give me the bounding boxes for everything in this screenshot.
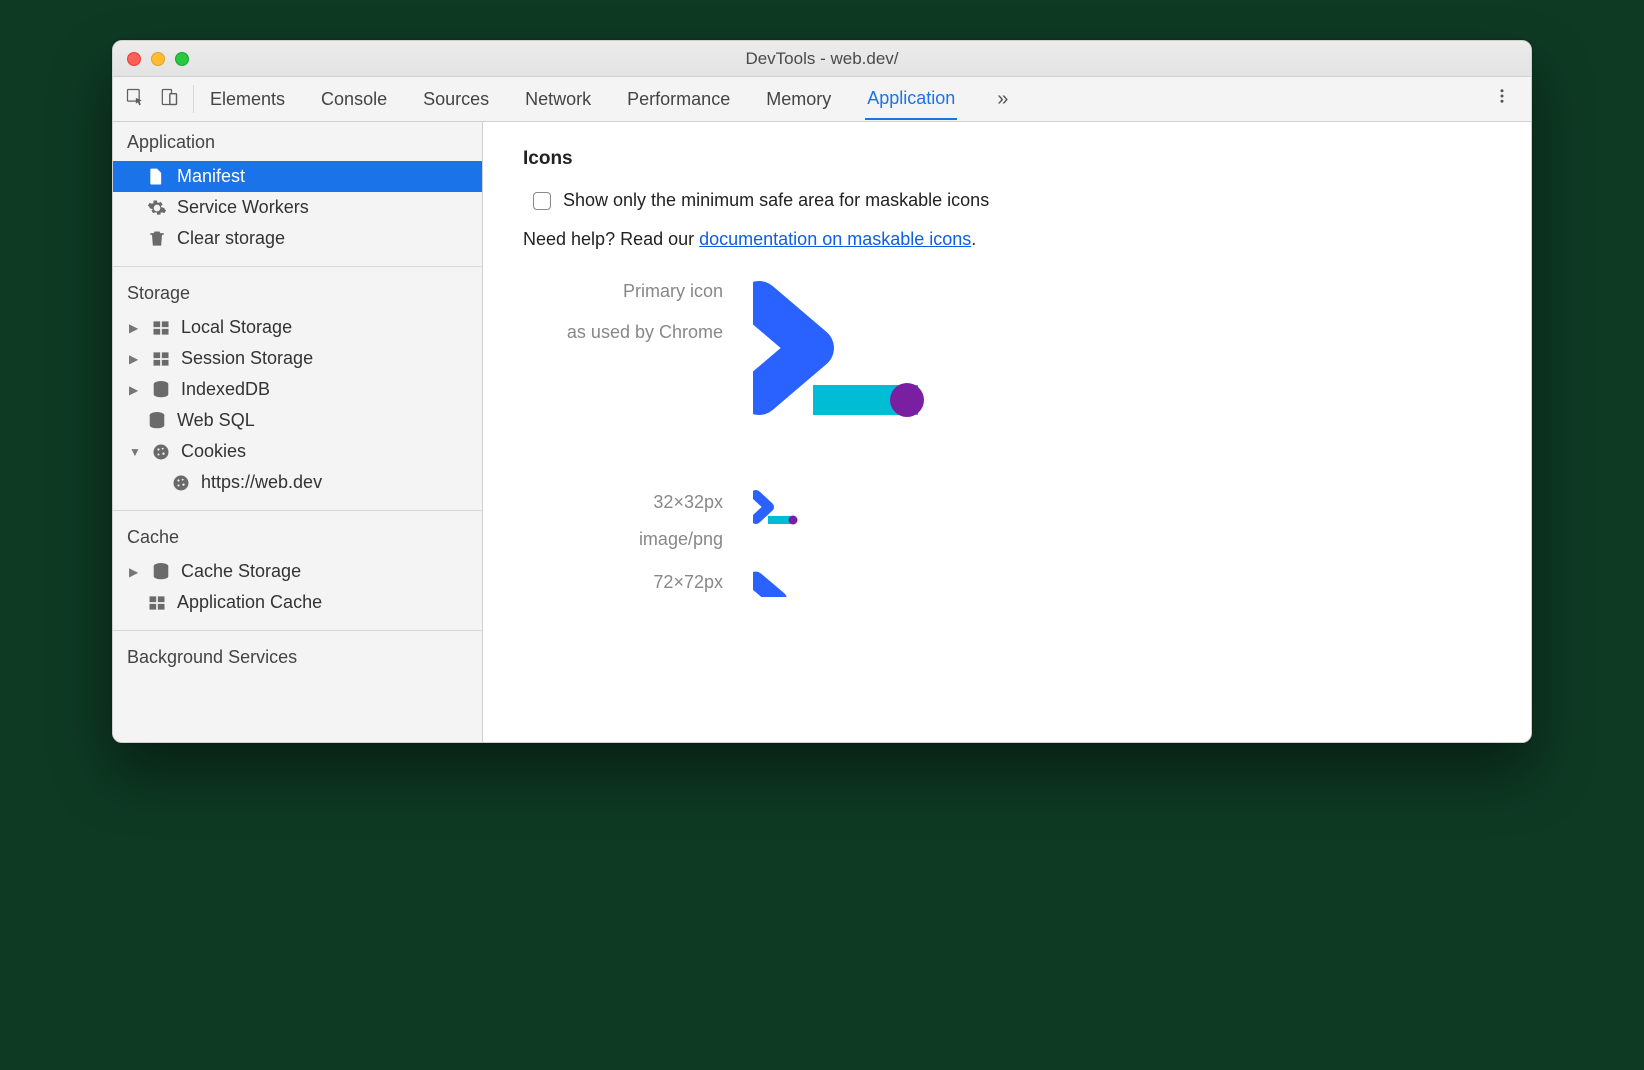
- sidebar-item-label: Clear storage: [177, 228, 285, 249]
- tab-application[interactable]: Application: [865, 78, 957, 120]
- sidebar-item-label: https://web.dev: [201, 472, 322, 493]
- tab-elements[interactable]: Elements: [208, 79, 287, 119]
- icon-preview-72: [753, 569, 833, 597]
- sidebar-item-label: Cache Storage: [181, 561, 301, 582]
- sidebar-item-service-workers[interactable]: Service Workers: [113, 192, 482, 223]
- chevron-right-icon: ▶: [129, 383, 141, 397]
- cookie-icon: [171, 473, 191, 493]
- primary-icon-preview: [753, 278, 943, 443]
- sidebar-item-application-cache[interactable]: Application Cache: [113, 587, 482, 618]
- sidebar-item-label: Cookies: [181, 441, 246, 462]
- sidebar-item-label: Web SQL: [177, 410, 255, 431]
- devtools-window: DevTools - web.dev/ Elements Console Sou…: [112, 40, 1532, 743]
- database-icon: [151, 562, 171, 582]
- trash-icon: [147, 229, 167, 249]
- sidebar-item-label: Application Cache: [177, 592, 322, 613]
- sidebar-item-web-sql[interactable]: Web SQL: [113, 405, 482, 436]
- tab-performance[interactable]: Performance: [625, 79, 732, 119]
- tabs-overflow-icon[interactable]: »: [989, 88, 1016, 111]
- chevron-down-icon: ▼: [129, 445, 141, 459]
- chevron-right-icon: ▶: [129, 352, 141, 366]
- cookie-icon: [151, 442, 171, 462]
- icons-heading: Icons: [523, 148, 1491, 170]
- sidebar-item-label: Service Workers: [177, 197, 309, 218]
- tab-console[interactable]: Console: [319, 79, 389, 119]
- primary-icon-label-2: as used by Chrome: [523, 319, 723, 346]
- tab-sources[interactable]: Sources: [421, 79, 491, 119]
- tabstrip: Elements Console Sources Network Perform…: [113, 77, 1531, 122]
- grid-icon: [151, 318, 171, 338]
- section-title-cache: Cache: [113, 517, 482, 556]
- sidebar-item-clear-storage[interactable]: Clear storage: [113, 223, 482, 254]
- window-title: DevTools - web.dev/: [113, 49, 1531, 69]
- chevron-right-icon: ▶: [129, 321, 141, 335]
- database-icon: [151, 380, 171, 400]
- sidebar-item-local-storage[interactable]: ▶ Local Storage: [113, 312, 482, 343]
- tab-memory[interactable]: Memory: [764, 79, 833, 119]
- maskable-docs-link[interactable]: documentation on maskable icons: [699, 229, 971, 249]
- section-title-storage: Storage: [113, 273, 482, 312]
- inspect-element-icon[interactable]: [125, 87, 145, 112]
- icon-preview-32: [753, 489, 801, 534]
- device-toolbar-icon[interactable]: [159, 87, 179, 112]
- main-panel: Icons Show only the minimum safe area fo…: [483, 122, 1531, 742]
- grid-icon: [151, 349, 171, 369]
- sidebar-item-cookie-origin[interactable]: https://web.dev: [113, 467, 482, 498]
- maskable-safe-area-checkbox[interactable]: [533, 192, 551, 210]
- icon-mime-label: image/png: [523, 526, 723, 553]
- sidebar-item-cache-storage[interactable]: ▶ Cache Storage: [113, 556, 482, 587]
- grid-icon: [147, 593, 167, 613]
- checkbox-label: Show only the minimum safe area for mask…: [563, 190, 989, 211]
- icon-size-label: 32×32px: [523, 489, 723, 516]
- section-title-application: Application: [113, 122, 482, 161]
- gear-icon: [147, 198, 167, 218]
- sidebar-item-cookies[interactable]: ▼ Cookies: [113, 436, 482, 467]
- sidebar-item-session-storage[interactable]: ▶ Session Storage: [113, 343, 482, 374]
- tabs: Elements Console Sources Network Perform…: [208, 78, 1481, 120]
- sidebar-item-label: IndexedDB: [181, 379, 270, 400]
- database-icon: [147, 411, 167, 431]
- sidebar-item-label: Manifest: [177, 166, 245, 187]
- tab-network[interactable]: Network: [523, 79, 593, 119]
- sidebar-item-indexeddb[interactable]: ▶ IndexedDB: [113, 374, 482, 405]
- file-icon: [147, 167, 167, 187]
- more-options-icon[interactable]: [1485, 87, 1519, 111]
- chevron-right-icon: ▶: [129, 565, 141, 579]
- titlebar: DevTools - web.dev/: [113, 41, 1531, 77]
- sidebar-item-manifest[interactable]: Manifest: [113, 161, 482, 192]
- sidebar: Application Manifest Service Workers Cle…: [113, 122, 483, 742]
- sidebar-item-label: Local Storage: [181, 317, 292, 338]
- icon-size-label: 72×72px: [523, 569, 723, 596]
- sidebar-item-label: Session Storage: [181, 348, 313, 369]
- help-text: Need help? Read our documentation on mas…: [523, 229, 1491, 250]
- section-title-background-services: Background Services: [113, 637, 482, 676]
- primary-icon-label-1: Primary icon: [523, 278, 723, 305]
